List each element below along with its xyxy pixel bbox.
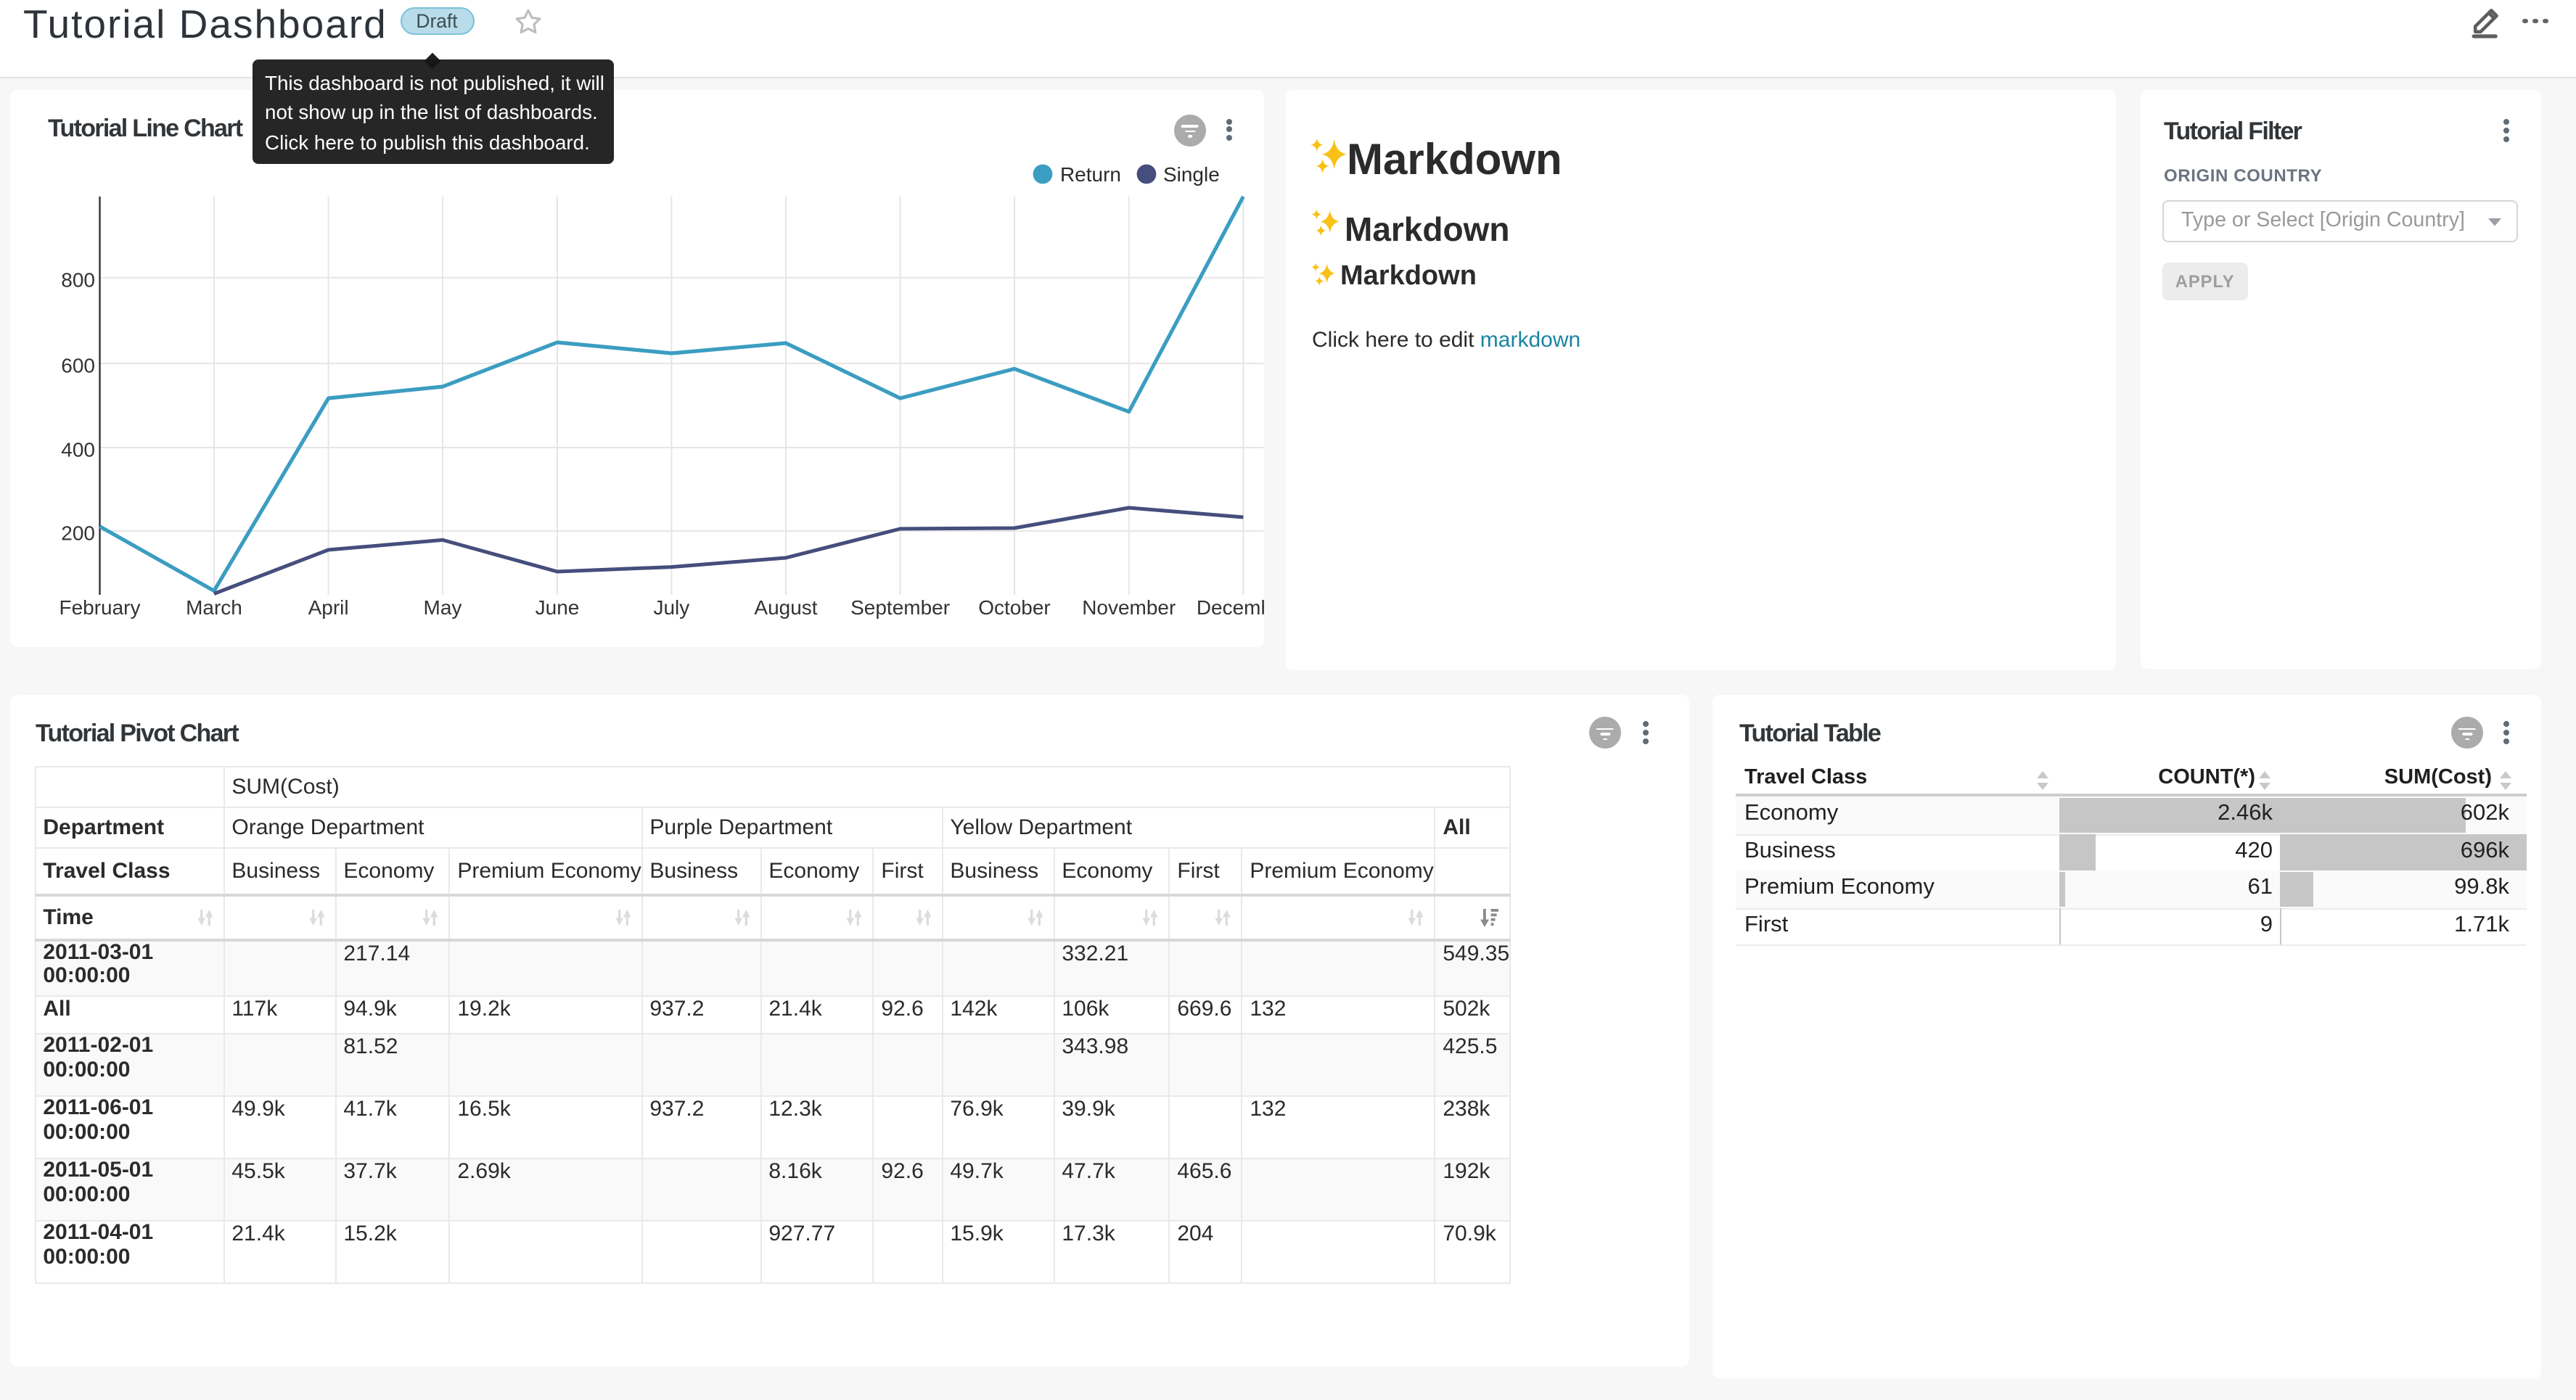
svg-text:Single: Single [1163, 162, 1220, 185]
svg-text:April: April [308, 596, 349, 618]
svg-text:July: July [654, 596, 690, 618]
svg-text:June: June [536, 596, 580, 618]
svg-text:200: 200 [61, 522, 95, 544]
svg-text:March: March [186, 596, 242, 618]
svg-text:September: September [850, 596, 950, 618]
svg-text:400: 400 [61, 438, 95, 461]
svg-text:October: October [978, 596, 1051, 618]
svg-text:Return: Return [1060, 162, 1121, 185]
svg-text:February: February [60, 596, 141, 618]
svg-text:November: November [1082, 596, 1176, 618]
svg-text:August: August [754, 596, 817, 618]
svg-text:December: December [1197, 596, 1264, 618]
svg-text:600: 600 [61, 354, 95, 376]
svg-text:800: 800 [61, 268, 95, 290]
svg-text:May: May [424, 596, 462, 618]
